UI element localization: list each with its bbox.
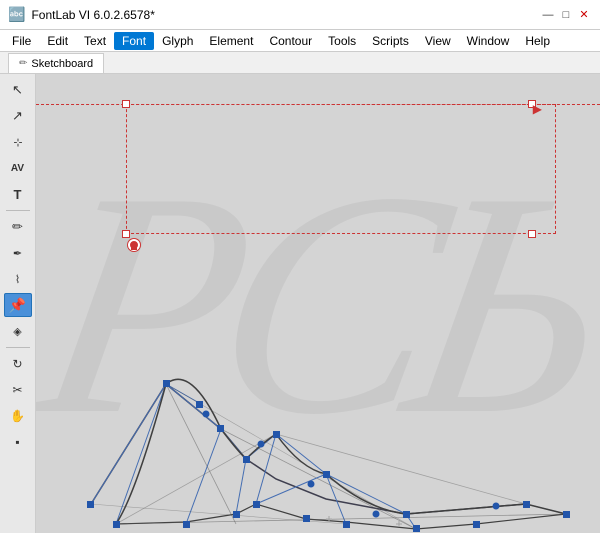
pin-tool[interactable]: 📌 [4,293,32,317]
close-button[interactable]: ✕ [576,7,592,23]
menu-element[interactable]: Element [201,32,261,50]
hand-tool[interactable]: ✋ [4,404,32,428]
menu-contour[interactable]: Contour [261,32,320,50]
select-arrow-tool[interactable]: ↗ [4,104,32,128]
top-right-arrow: ▶ [533,102,542,116]
menu-scripts[interactable]: Scripts [364,32,417,50]
app-title: FontLab VI 6.0.2.6578* [31,8,154,22]
separator-1 [6,210,30,211]
corner-bl[interactable] [122,230,130,238]
title-bar-left: 🔤 FontLab VI 6.0.2.6578* [8,6,155,23]
fill-tool[interactable]: ▪ [4,430,32,454]
node-edit-tool[interactable]: ⊹ [4,130,32,154]
kerning-tool[interactable]: AV [4,156,32,180]
minimize-button[interactable]: — [540,7,556,23]
knife-tool[interactable]: ✂ [4,378,32,402]
red-node-square [131,244,137,250]
app-icon: 🔤 [8,6,25,23]
menu-text[interactable]: Text [76,32,114,50]
bounding-box [126,104,556,234]
menu-bar: File Edit Text Font Glyph Element Contou… [0,30,600,52]
text-tool[interactable]: T [4,182,32,206]
rapid-pen-tool[interactable]: ⌇ [4,267,32,291]
pen-tool[interactable]: ✒ [4,241,32,265]
tab-bar: ✏ Sketchboard [0,52,600,74]
menu-edit[interactable]: Edit [39,32,76,50]
corner-br[interactable] [528,230,536,238]
main-area: ↖ ↗ ⊹ AV T ✏ ✒ ⌇ 📌 ◈ ↻ ✂ ✋ ▪ РСЬ ▶ [0,74,600,533]
pointer-arrow-tool[interactable]: ↖ [4,78,32,102]
tab-sketchboard[interactable]: ✏ Sketchboard [8,53,104,73]
separator-2 [6,347,30,348]
menu-window[interactable]: Window [459,32,518,50]
tab-label: Sketchboard [31,58,93,70]
menu-view[interactable]: View [417,32,459,50]
pencil-tool[interactable]: ✏ [4,215,32,239]
menu-tools[interactable]: Tools [320,32,364,50]
toolbar: ↖ ↗ ⊹ AV T ✏ ✒ ⌇ 📌 ◈ ↻ ✂ ✋ ▪ [0,74,36,533]
menu-glyph[interactable]: Glyph [154,32,201,50]
tab-icon: ✏ [19,58,27,69]
menu-font[interactable]: Font [114,32,154,50]
rotate-tool[interactable]: ↻ [4,352,32,376]
maximize-button[interactable]: □ [558,7,574,23]
title-bar-controls: — □ ✕ [540,7,592,23]
eraser-tool[interactable]: ◈ [4,319,32,343]
title-bar: 🔤 FontLab VI 6.0.2.6578* — □ ✕ [0,0,600,30]
corner-tl[interactable] [122,100,130,108]
canvas-area[interactable]: РСЬ ▶ [36,74,600,533]
menu-file[interactable]: File [4,32,39,50]
menu-help[interactable]: Help [517,32,558,50]
